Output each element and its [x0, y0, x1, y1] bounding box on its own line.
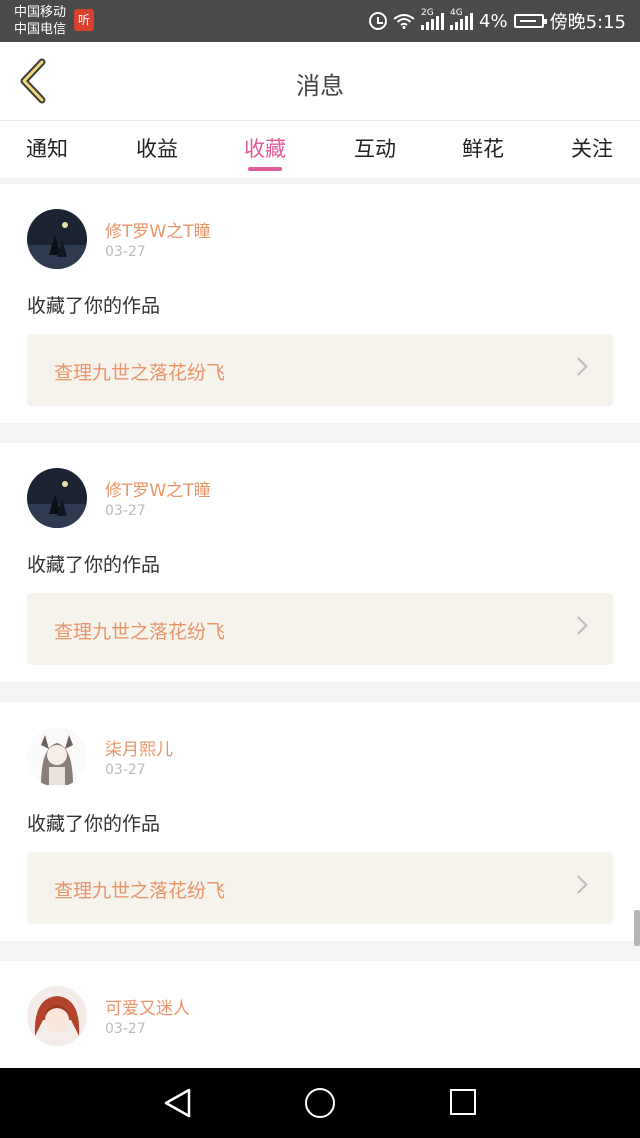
battery-charging-icon: [513, 14, 547, 28]
user-name[interactable]: 修T罗W之T瞳: [105, 476, 211, 501]
carrier-info: 中国移动 中国电信: [14, 4, 66, 38]
listen-app-icon: 听: [74, 9, 94, 31]
message-text: 收藏了你的作品: [27, 554, 161, 576]
tab-flowers[interactable]: 鲜花: [462, 133, 504, 163]
tab-bar: 通知 收益 收藏 互动 鲜花 关注: [0, 120, 640, 178]
work-title: 查理九世之落花纷飞: [54, 621, 226, 643]
scrollbar-thumb[interactable]: [634, 910, 640, 946]
tab-follows[interactable]: 关注: [571, 133, 613, 163]
page-title: 消息: [296, 72, 344, 100]
carrier-1: 中国移动: [14, 5, 67, 20]
user-name[interactable]: 柒月熙儿: [105, 735, 173, 760]
app-header: 消息: [0, 42, 640, 120]
status-bar: 中国移动 中国电信 听 2G 4G 4% 傍晚5:15: [0, 0, 640, 42]
message-card: 修T罗W之T瞳 03-27 收藏了你的作品 查理九世之落花纷飞: [0, 184, 640, 423]
work-title: 查理九世之落花纷飞: [54, 880, 226, 902]
message-card: 可爱又迷人 03-27: [0, 961, 640, 1071]
message-card: 柒月熙儿 03-27 收藏了你的作品 查理九世之落花纷飞: [0, 702, 640, 941]
tab-earnings[interactable]: 收益: [136, 133, 178, 163]
work-link[interactable]: 查理九世之落花纷飞: [27, 334, 613, 406]
clock: 傍晚5:15: [549, 12, 626, 33]
active-tab-indicator: [248, 167, 282, 171]
avatar[interactable]: [27, 468, 87, 528]
message-text: 收藏了你的作品: [27, 813, 161, 835]
nav-home-icon[interactable]: [305, 1088, 335, 1118]
signal-4g-tag: 4G: [450, 8, 463, 18]
signal-4g-icon: 4G: [450, 8, 474, 30]
work-link[interactable]: 查理九世之落花纷飞: [27, 852, 613, 924]
chevron-right-icon: [569, 357, 588, 376]
tab-favorites[interactable]: 收藏: [244, 133, 286, 163]
avatar[interactable]: [27, 727, 87, 787]
system-nav-bar: [0, 1068, 640, 1138]
chevron-right-icon: [569, 875, 588, 894]
message-text: 收藏了你的作品: [27, 295, 161, 317]
nav-back-icon[interactable]: [163, 1088, 193, 1122]
message-date: 03-27: [105, 1021, 146, 1037]
alarm-icon: [369, 12, 388, 30]
signal-2g-tag: 2G: [421, 8, 434, 18]
user-name[interactable]: 修T罗W之T瞳: [105, 217, 211, 242]
signal-2g-icon: 2G: [421, 8, 445, 30]
tab-notifications[interactable]: 通知: [26, 133, 68, 163]
user-name[interactable]: 可爱又迷人: [105, 994, 190, 1019]
chevron-right-icon: [569, 616, 588, 635]
wifi-icon: [393, 13, 415, 29]
carrier-2: 中国电信: [14, 22, 67, 37]
battery-percent: 4%: [479, 10, 508, 32]
nav-recent-apps-icon[interactable]: [450, 1089, 476, 1115]
message-date: 03-27: [105, 244, 146, 260]
avatar[interactable]: [27, 209, 87, 269]
message-card: 修T罗W之T瞳 03-27 收藏了你的作品 查理九世之落花纷飞: [0, 443, 640, 682]
avatar[interactable]: [27, 986, 87, 1046]
work-link[interactable]: 查理九世之落花纷飞: [27, 593, 613, 665]
tab-interactions[interactable]: 互动: [354, 133, 396, 163]
message-date: 03-27: [105, 503, 146, 519]
work-title: 查理九世之落花纷飞: [54, 362, 226, 384]
message-date: 03-27: [105, 762, 146, 778]
